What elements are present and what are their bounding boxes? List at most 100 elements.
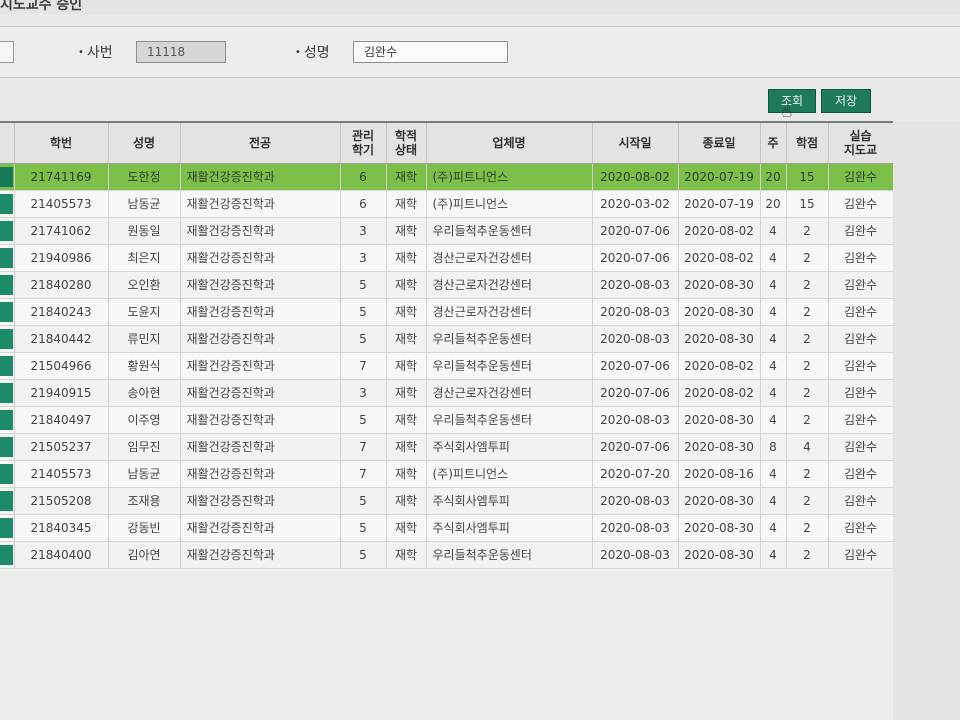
cell-semester[interactable]: 5 bbox=[340, 271, 387, 299]
cell-major[interactable]: 재활건강증진학과 bbox=[180, 325, 341, 353]
cell-status[interactable]: 재학 bbox=[386, 541, 427, 569]
cell-advisor[interactable]: 김완수 bbox=[828, 460, 894, 488]
save-button[interactable]: 저장 bbox=[821, 89, 871, 113]
cell-company[interactable]: 경산근로자건강센터 bbox=[426, 271, 593, 299]
row-indicator[interactable] bbox=[0, 217, 15, 245]
cell-status[interactable]: 재학 bbox=[386, 298, 427, 326]
cell-semester[interactable]: 7 bbox=[340, 352, 387, 380]
cell-advisor[interactable]: 김완수 bbox=[828, 325, 894, 353]
cell-semester[interactable]: 5 bbox=[340, 541, 387, 569]
cell-credits[interactable]: 15 bbox=[786, 190, 829, 218]
cell-end-date[interactable]: 2020-08-30 bbox=[678, 298, 761, 326]
cell-weeks[interactable]: 20 bbox=[760, 163, 787, 191]
cell-student-id[interactable]: 21840345 bbox=[14, 514, 109, 542]
table-row[interactable]: 21940915 송아현 재활건강증진학과 3 재학 경산근로자건강센터 2020-07-0… bbox=[0, 379, 894, 407]
cell-credits[interactable]: 2 bbox=[786, 541, 829, 569]
cell-semester[interactable]: 7 bbox=[340, 433, 387, 461]
col-start-date[interactable]: 시작일 bbox=[592, 123, 679, 164]
cell-major[interactable]: 재활건강증진학과 bbox=[180, 379, 341, 407]
row-indicator[interactable] bbox=[0, 244, 15, 272]
cell-name[interactable]: 이주영 bbox=[108, 406, 181, 434]
cell-major[interactable]: 재활건강증진학과 bbox=[180, 298, 341, 326]
cell-student-id[interactable]: 21505208 bbox=[14, 487, 109, 515]
cell-advisor[interactable]: 김완수 bbox=[828, 244, 894, 272]
table-row[interactable]: 21840400 김아연 재활건강증진학과 5 재학 우리들척추운동센터 2020-08-0… bbox=[0, 541, 894, 569]
cell-semester[interactable]: 5 bbox=[340, 325, 387, 353]
table-row[interactable]: 21840497 이주영 재활건강증진학과 5 재학 우리들척추운동센터 2020-08-0… bbox=[0, 406, 894, 434]
cell-status[interactable]: 재학 bbox=[386, 190, 427, 218]
cell-name[interactable]: 조재용 bbox=[108, 487, 181, 515]
cell-major[interactable]: 재활건강증진학과 bbox=[180, 514, 341, 542]
cell-end-date[interactable]: 2020-08-02 bbox=[678, 244, 761, 272]
cell-name[interactable]: 송아현 bbox=[108, 379, 181, 407]
cell-company[interactable]: (주)피트니언스 bbox=[426, 460, 593, 488]
cell-student-id[interactable]: 21840442 bbox=[14, 325, 109, 353]
cell-end-date[interactable]: 2020-07-19 bbox=[678, 163, 761, 191]
cell-major[interactable]: 재활건강증진학과 bbox=[180, 190, 341, 218]
cell-advisor[interactable]: 김완수 bbox=[828, 163, 894, 191]
row-indicator[interactable] bbox=[0, 298, 15, 326]
cell-weeks[interactable]: 4 bbox=[760, 271, 787, 299]
cell-weeks[interactable]: 20 bbox=[760, 190, 787, 218]
id-field[interactable]: 11118 bbox=[136, 41, 226, 63]
cell-student-id[interactable]: 21405573 bbox=[14, 190, 109, 218]
cell-semester[interactable]: 5 bbox=[340, 406, 387, 434]
row-indicator[interactable] bbox=[0, 352, 15, 380]
cell-major[interactable]: 재활건강증진학과 bbox=[180, 244, 341, 272]
cell-end-date[interactable]: 2020-08-16 bbox=[678, 460, 761, 488]
cell-status[interactable]: 재학 bbox=[386, 487, 427, 515]
cell-start-date[interactable]: 2020-07-06 bbox=[592, 379, 679, 407]
cell-semester[interactable]: 3 bbox=[340, 244, 387, 272]
cell-credits[interactable]: 2 bbox=[786, 352, 829, 380]
table-row[interactable]: 21840442 류민지 재활건강증진학과 5 재학 우리들척추운동센터 2020-08-0… bbox=[0, 325, 894, 353]
cell-start-date[interactable]: 2020-08-03 bbox=[592, 406, 679, 434]
cell-end-date[interactable]: 2020-08-30 bbox=[678, 433, 761, 461]
table-row[interactable]: 21741062 원동일 재활건강증진학과 3 재학 우리들척추운동센터 2020-07-0… bbox=[0, 217, 894, 245]
table-row[interactable]: 21405573 남동균 재활건강증진학과 7 재학 (주)피트니언스 2020-07-20… bbox=[0, 460, 894, 488]
cell-weeks[interactable]: 4 bbox=[760, 244, 787, 272]
cell-name[interactable]: 오인환 bbox=[108, 271, 181, 299]
cell-weeks[interactable]: 4 bbox=[760, 514, 787, 542]
cell-semester[interactable]: 6 bbox=[340, 190, 387, 218]
cell-status[interactable]: 재학 bbox=[386, 352, 427, 380]
row-indicator[interactable] bbox=[0, 487, 15, 515]
col-status[interactable]: 학적 상태 bbox=[386, 123, 427, 164]
row-indicator[interactable] bbox=[0, 433, 15, 461]
col-company[interactable]: 업체명 bbox=[426, 123, 593, 164]
table-row[interactable]: 21840345 강동빈 재활건강증진학과 5 재학 주식회사엠투피 2020-08-03 2… bbox=[0, 514, 894, 542]
table-row[interactable]: 21505237 임무진 재활건강증진학과 7 재학 주식회사엠투피 2020-07-06 2… bbox=[0, 433, 894, 461]
cell-semester[interactable]: 5 bbox=[340, 514, 387, 542]
cell-start-date[interactable]: 2020-08-03 bbox=[592, 271, 679, 299]
cell-credits[interactable]: 2 bbox=[786, 406, 829, 434]
cell-name[interactable]: 강동빈 bbox=[108, 514, 181, 542]
cell-credits[interactable]: 2 bbox=[786, 271, 829, 299]
cell-major[interactable]: 재활건강증진학과 bbox=[180, 163, 341, 191]
cell-company[interactable]: 경산근로자건강센터 bbox=[426, 298, 593, 326]
cell-credits[interactable]: 2 bbox=[786, 460, 829, 488]
col-end-date[interactable]: 종료일 bbox=[678, 123, 761, 164]
row-indicator[interactable] bbox=[0, 460, 15, 488]
row-indicator[interactable] bbox=[0, 271, 15, 299]
search-button[interactable]: 조회 bbox=[768, 89, 816, 113]
cell-semester[interactable]: 3 bbox=[340, 379, 387, 407]
row-indicator[interactable] bbox=[0, 379, 15, 407]
cell-advisor[interactable]: 김완수 bbox=[828, 433, 894, 461]
cell-semester[interactable]: 3 bbox=[340, 217, 387, 245]
cell-credits[interactable]: 2 bbox=[786, 217, 829, 245]
cell-major[interactable]: 재활건강증진학과 bbox=[180, 460, 341, 488]
cell-name[interactable]: 김아연 bbox=[108, 541, 181, 569]
cell-advisor[interactable]: 김완수 bbox=[828, 541, 894, 569]
cell-status[interactable]: 재학 bbox=[386, 271, 427, 299]
col-student-id[interactable]: 학번 bbox=[14, 123, 109, 164]
cell-end-date[interactable]: 2020-08-30 bbox=[678, 541, 761, 569]
row-indicator[interactable] bbox=[0, 541, 15, 569]
cell-company[interactable]: 우리들척추운동센터 bbox=[426, 352, 593, 380]
cell-major[interactable]: 재활건강증진학과 bbox=[180, 352, 341, 380]
cell-student-id[interactable]: 21840400 bbox=[14, 541, 109, 569]
cell-start-date[interactable]: 2020-08-03 bbox=[592, 541, 679, 569]
cell-company[interactable]: 주식회사엠투피 bbox=[426, 487, 593, 515]
cell-status[interactable]: 재학 bbox=[386, 244, 427, 272]
cell-start-date[interactable]: 2020-08-03 bbox=[592, 487, 679, 515]
cell-student-id[interactable]: 21741169 bbox=[14, 163, 109, 191]
cell-company[interactable]: (주)피트니언스 bbox=[426, 190, 593, 218]
